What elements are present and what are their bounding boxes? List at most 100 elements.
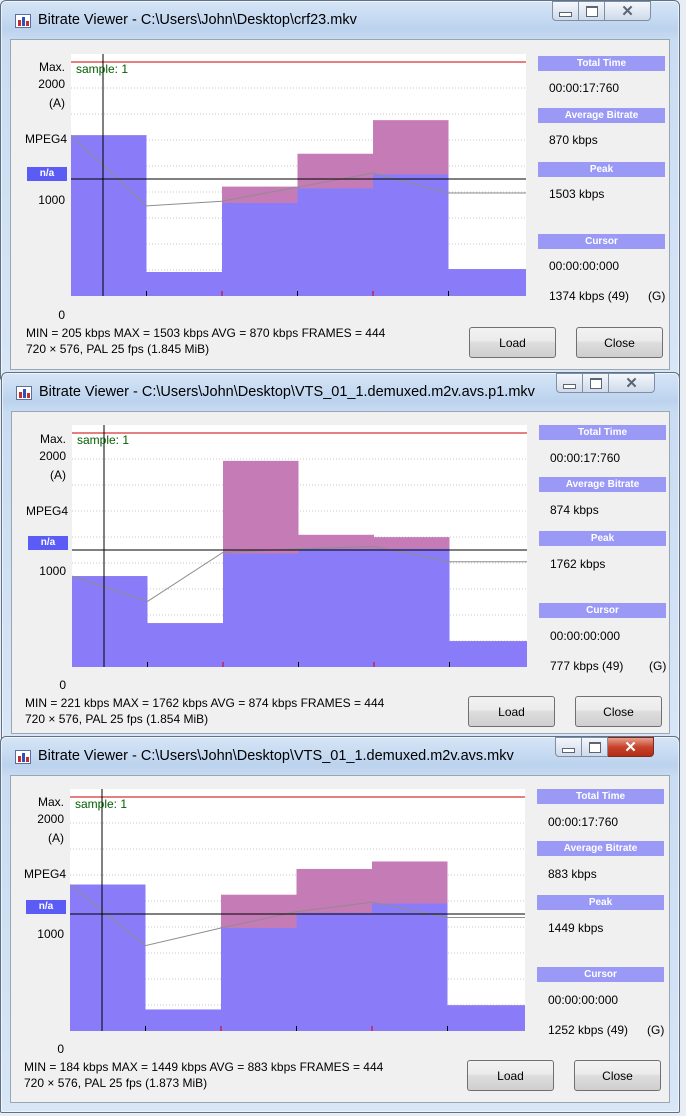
peak-header: Peak: [538, 162, 665, 177]
average-bitrate-bar: [297, 188, 373, 296]
close-icon: ✕: [621, 3, 634, 20]
stats-summary: MIN = 221 kbps MAX = 1762 kbps AVG = 874…: [25, 695, 384, 727]
client-area: Max. 2000 (A) MPEG4 n/a 1000 0 sample: 1…: [11, 411, 670, 734]
close-button[interactable]: Close: [575, 696, 662, 727]
stats-summary: MIN = 184 kbps MAX = 1449 kbps AVG = 883…: [24, 1059, 383, 1091]
codec-label: MPEG4: [26, 504, 69, 518]
peak-value: 1762 kbps: [550, 557, 606, 571]
stats-line-2: 720 × 576, PAL 25 fps (1.854 MiB): [25, 712, 209, 726]
codec-badge: n/a: [26, 900, 66, 914]
minimize-icon: [559, 11, 572, 17]
maximize-button[interactable]: [579, 1, 605, 21]
codec-badge: n/a: [27, 167, 67, 181]
minimize-button[interactable]: [552, 1, 579, 21]
average-bitrate-bar: [70, 884, 146, 1031]
y-mid-label: 1000: [37, 927, 64, 941]
average-bitrate-bar: [449, 641, 527, 667]
average-bitrate-bar: [448, 269, 526, 296]
bitrate-chart: [71, 54, 526, 296]
average-bitrate-bar: [147, 623, 223, 667]
average-bitrate-bar: [222, 202, 298, 296]
cursor-bitrate-value: 1374 kbps (49): [549, 289, 630, 303]
average-bitrate-bar: [145, 1009, 221, 1031]
cursor-time-value: 00:00:00:000: [548, 993, 619, 1007]
load-button[interactable]: Load: [467, 1060, 554, 1091]
close-button[interactable]: Close: [574, 1060, 661, 1091]
cursor-time-value: 00:00:00:000: [550, 629, 621, 643]
average-bitrate-header: Average Bitrate: [537, 841, 664, 856]
bitrate-chart: [72, 425, 527, 667]
minimize-icon: [562, 747, 575, 753]
y-max-label: Max.: [37, 795, 64, 809]
title-bar[interactable]: Bitrate Viewer - C:\Users\John\Desktop\c…: [1, 1, 679, 39]
cursor-frame-type: (G): [649, 659, 667, 673]
app-icon: [16, 386, 32, 400]
maximize-button[interactable]: [582, 737, 608, 757]
average-bitrate-bar: [298, 548, 374, 667]
average-bitrate-value: 870 kbps: [549, 133, 598, 147]
stats-line-1: MIN = 221 kbps MAX = 1762 kbps AVG = 874…: [25, 696, 385, 710]
stats-line-2: 720 × 576, PAL 25 fps (1.845 MiB): [26, 342, 210, 356]
cursor-header: Cursor: [538, 234, 665, 249]
codec-badge: n/a: [28, 536, 68, 550]
cursor-bitrate-value: 1252 kbps (49): [548, 1023, 629, 1037]
client-area: Max. 2000 (A) MPEG4 n/a 1000 0 sample: 1…: [10, 775, 670, 1103]
y-max-value: 2000: [38, 77, 65, 91]
total-time-header: Total Time: [538, 56, 665, 71]
load-button[interactable]: Load: [468, 696, 555, 727]
close-window-button[interactable]: ✕: [605, 1, 651, 21]
total-time-value: 00:00:17:760: [548, 815, 619, 829]
maximize-button[interactable]: [583, 373, 609, 393]
y-max-label: Max.: [38, 60, 65, 74]
cursor-header: Cursor: [537, 967, 664, 982]
codec-label: MPEG4: [24, 867, 67, 881]
bitrate-plot[interactable]: sample: 1: [70, 789, 525, 1031]
sample-label: sample: 1: [75, 797, 128, 811]
average-bitrate-bar: [373, 174, 449, 296]
minimize-button[interactable]: [555, 737, 582, 757]
client-area: Max. 2000 (A) MPEG4 n/a 1000 0 sample: 1…: [10, 39, 670, 370]
peak-header: Peak: [537, 895, 664, 910]
title-bar[interactable]: Bitrate Viewer - C:\Users\John\Desktop\V…: [2, 373, 679, 411]
bitrate-viewer-window-3: Bitrate Viewer - C:\Users\John\Desktop\V…: [0, 736, 680, 1113]
average-bitrate-bar: [447, 1005, 525, 1031]
maximize-icon: [589, 377, 602, 389]
mode-label: (A): [48, 831, 64, 845]
bitrate-chart: [70, 789, 525, 1031]
peak-value: 1503 kbps: [549, 187, 605, 201]
cursor-frame-type: (G): [647, 1023, 665, 1037]
average-bitrate-header: Average Bitrate: [539, 477, 666, 492]
y-mid-label: 1000: [39, 564, 66, 578]
bitrate-plot[interactable]: sample: 1: [72, 425, 527, 667]
total-time-header: Total Time: [539, 425, 666, 440]
average-bitrate-bar: [72, 576, 148, 667]
y-max-value: 2000: [37, 812, 64, 826]
bitrate-plot[interactable]: sample: 1: [71, 54, 526, 296]
close-icon: ✕: [624, 739, 637, 756]
app-icon: [15, 14, 31, 28]
mode-label: (A): [50, 468, 66, 482]
app-icon: [15, 750, 31, 764]
stats-line-1: MIN = 205 kbps MAX = 1503 kbps AVG = 870…: [26, 326, 386, 340]
y-max-value: 2000: [39, 449, 66, 463]
title-bar[interactable]: Bitrate Viewer - C:\Users\John\Desktop\V…: [1, 737, 679, 775]
y-zero-label: 0: [58, 308, 65, 322]
minimize-button[interactable]: [556, 373, 583, 393]
window-title: Bitrate Viewer - C:\Users\John\Desktop\V…: [38, 748, 514, 764]
close-window-button[interactable]: ✕: [608, 737, 654, 757]
cursor-time-value: 00:00:00:000: [549, 259, 620, 273]
maximize-icon: [585, 5, 598, 17]
load-button[interactable]: Load: [469, 327, 556, 358]
close-window-button[interactable]: ✕: [609, 373, 655, 393]
cursor-bitrate-value: 777 kbps (49): [550, 659, 624, 673]
peak-header: Peak: [539, 531, 666, 546]
close-button[interactable]: Close: [576, 327, 663, 358]
total-time-header: Total Time: [537, 789, 664, 804]
total-time-value: 00:00:17:760: [550, 451, 621, 465]
sample-label: sample: 1: [76, 62, 129, 76]
y-mid-label: 1000: [38, 193, 65, 207]
y-zero-label: 0: [57, 1042, 64, 1056]
sample-label: sample: 1: [77, 433, 130, 447]
codec-label: MPEG4: [25, 132, 68, 146]
bitrate-viewer-window-1: Bitrate Viewer - C:\Users\John\Desktop\c…: [0, 0, 680, 380]
